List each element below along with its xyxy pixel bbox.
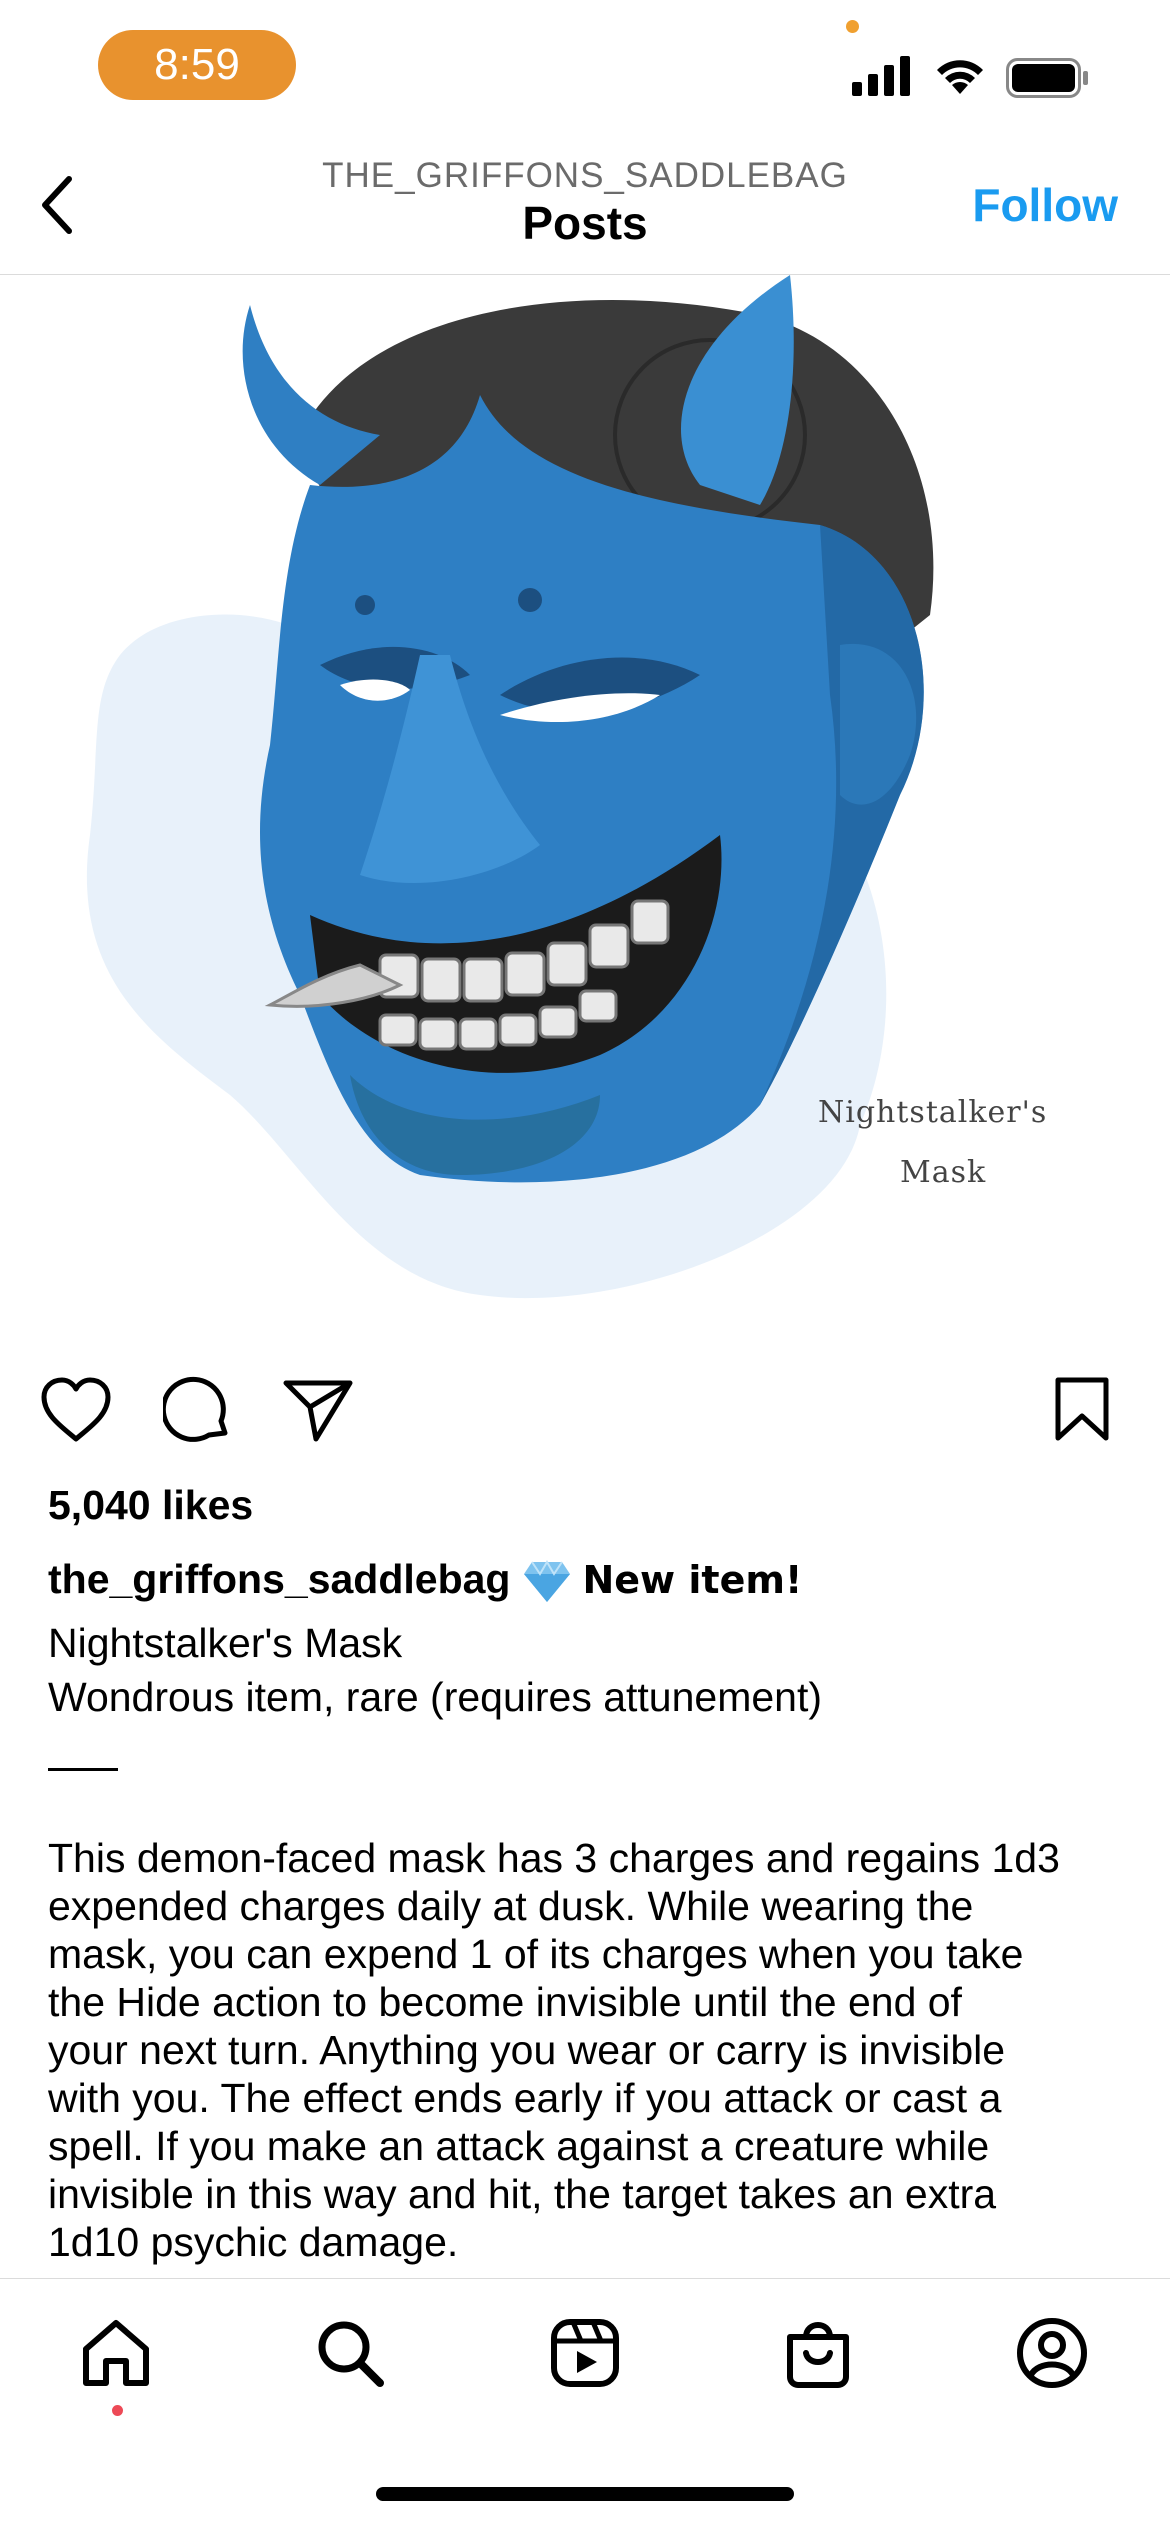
save-button[interactable] [1042,1370,1122,1450]
art-caption-line2: Mask [900,1155,987,1190]
comment-icon [163,1376,228,1442]
post-header: THE_GRIFFONS_SADDLEBAG Posts Follow [0,140,1170,275]
item-type: Wondrous item, rare (requires attunement… [48,1674,823,1720]
search-icon [318,2321,384,2387]
status-time: 8:59 [98,30,296,100]
home-indicator [376,2487,794,2501]
nav-reels[interactable] [545,2313,625,2393]
item-description: This demon-faced mask has 3 charges and … [48,1835,1060,2265]
art-caption-line1: Nightstalker's [818,1095,1048,1130]
bookmark-icon [1055,1377,1109,1441]
like-button[interactable] [36,1370,116,1450]
nav-home[interactable] [76,2313,156,2393]
nav-search[interactable] [310,2313,390,2393]
share-icon [283,1380,353,1442]
comment-button[interactable] [158,1370,238,1450]
post-image[interactable]: Nightstalker's Mask [0,275,1170,1335]
status-bar: 8:59 [0,0,1170,140]
bottom-nav [0,2278,1170,2533]
item-name: Nightstalker's Mask [48,1620,403,1666]
wifi-icon [937,60,983,94]
follow-button[interactable]: Follow [972,178,1118,232]
privacy-indicator-dot [846,20,859,33]
heart-icon [41,1377,111,1442]
likes-count[interactable]: 5,040 likes [48,1482,253,1529]
post-actions [0,1370,1170,1450]
shop-icon [787,2322,849,2388]
battery-icon [1006,58,1088,98]
share-button[interactable] [278,1370,358,1450]
home-icon [83,2320,149,2386]
caption-header: the_griffons_saddlebag New item! [48,1556,802,1604]
caption-username[interactable]: the_griffons_saddlebag [48,1556,510,1602]
signal-icon [852,56,910,96]
mask-illustration [86,275,934,1299]
caption-divider [48,1768,118,1771]
nav-shop[interactable] [778,2313,858,2393]
caption-headline: New item! [582,1558,803,1602]
gem-icon [524,1560,571,1603]
nav-profile[interactable] [1012,2313,1092,2393]
home-notification-dot [112,2405,123,2416]
profile-icon [1017,2318,1087,2388]
reels-icon [551,2319,619,2387]
